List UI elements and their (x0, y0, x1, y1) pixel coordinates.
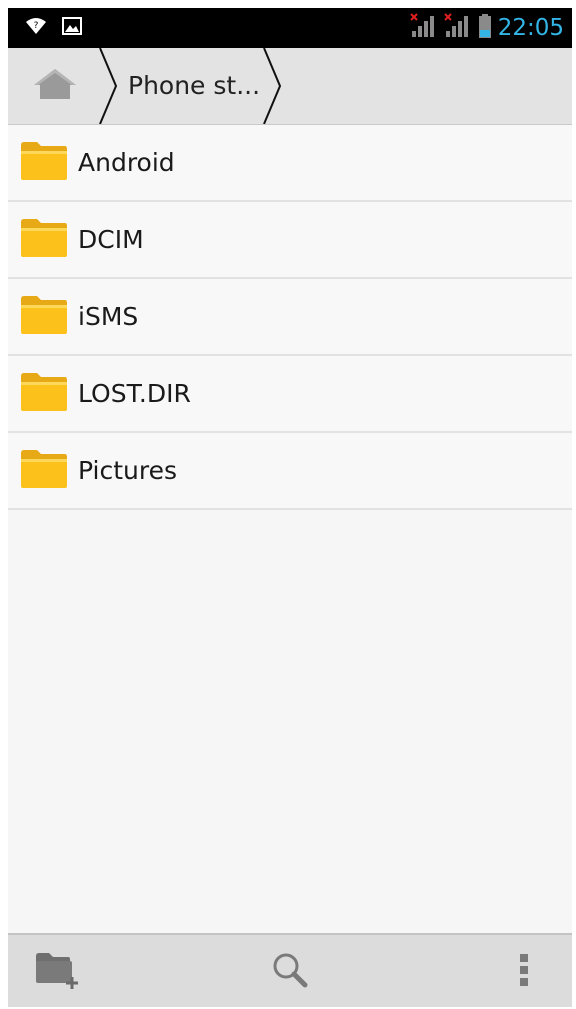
battery-icon (478, 13, 492, 43)
folder-name: DCIM (78, 225, 144, 254)
list-item[interactable]: iSMS (8, 279, 572, 356)
folder-name: LOST.DIR (78, 379, 191, 408)
wifi-question-icon: ? (26, 17, 46, 39)
folder-list: Android DCIM iSMS LOST.DIR Pictures (8, 125, 572, 510)
overflow-menu-button[interactable] (484, 935, 564, 1007)
folder-icon (21, 373, 67, 411)
folder-name: Android (78, 148, 175, 177)
folder-name: Pictures (78, 456, 177, 485)
bottom-toolbar (8, 933, 572, 1007)
overflow-menu-icon (518, 952, 530, 992)
search-button[interactable] (250, 935, 330, 1007)
screen: ? 22:05 Phone st... Android DCIM iSMS LO… (8, 8, 572, 1007)
home-icon (32, 67, 78, 105)
status-bar: ? 22:05 (8, 8, 572, 48)
folder-icon (21, 450, 67, 488)
breadcrumb-bar: Phone st... (8, 48, 572, 126)
search-icon (270, 950, 310, 994)
list-item[interactable]: DCIM (8, 202, 572, 279)
list-item[interactable]: LOST.DIR (8, 356, 572, 433)
folder-name: iSMS (78, 302, 139, 331)
folder-icon (21, 219, 67, 257)
breadcrumb-separator-icon (99, 48, 118, 124)
folder-icon (21, 296, 67, 334)
list-item[interactable]: Pictures (8, 433, 572, 510)
breadcrumb-current[interactable]: Phone st... (128, 48, 260, 124)
clock: 22:05 (497, 15, 564, 41)
signal-no-sim-1-icon (409, 13, 438, 43)
signal-no-sim-2-icon (443, 13, 472, 43)
new-folder-button[interactable] (18, 935, 98, 1007)
folder-icon (21, 142, 67, 180)
breadcrumb-separator-icon (263, 48, 282, 124)
list-item[interactable]: Android (8, 125, 572, 202)
image-notification-icon (62, 17, 82, 39)
new-folder-icon (34, 950, 82, 994)
svg-text:?: ? (34, 21, 39, 31)
home-button[interactable] (20, 60, 90, 112)
